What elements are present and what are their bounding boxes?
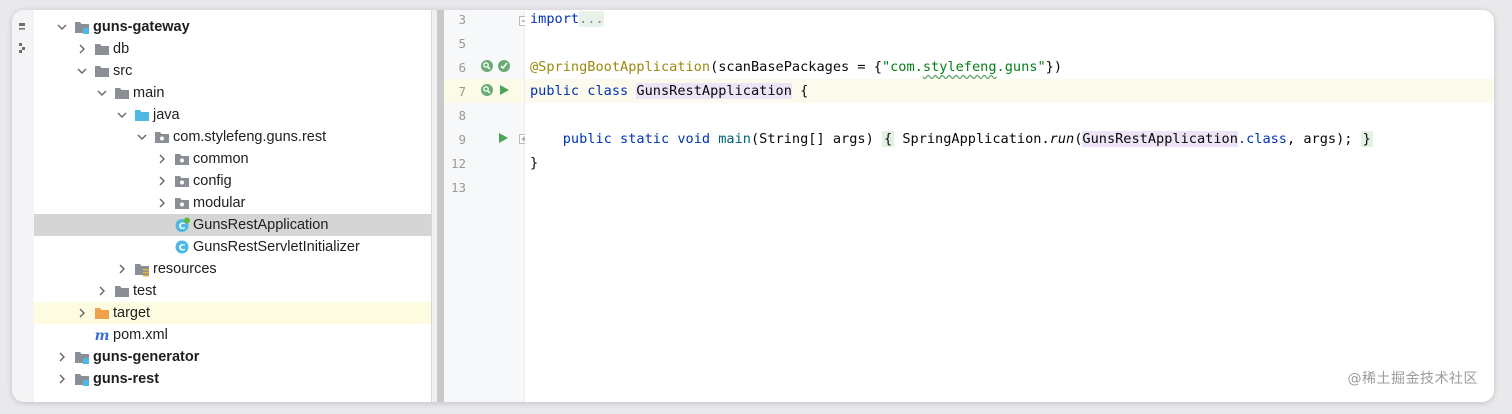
gutter-line-8: 8 xyxy=(458,107,466,123)
tree-item-modular[interactable]: modular xyxy=(34,192,431,214)
gutter-line-12: 12 xyxy=(450,155,466,171)
code-line-3: import ... xyxy=(530,11,604,27)
tree-item-label: GunsRestApplication xyxy=(193,217,329,233)
gutter-line-5: 5 xyxy=(458,35,466,51)
module-folder-icon xyxy=(74,349,90,365)
tree-item-main[interactable]: main xyxy=(34,82,431,104)
chevron-down-icon[interactable] xyxy=(134,129,150,145)
tree-item-src[interactable]: src xyxy=(34,60,431,82)
chevron-down-icon[interactable] xyxy=(114,107,130,123)
gutter-line-6: 6 xyxy=(444,55,524,79)
gutter-line-3: 3 xyxy=(458,11,466,27)
resources-folder-icon xyxy=(134,261,150,277)
folder-icon xyxy=(114,85,130,101)
tree-item-label: target xyxy=(113,305,151,321)
tool-window-strip xyxy=(12,10,35,402)
tree-item-java[interactable]: java xyxy=(34,104,431,126)
svg-text:C: C xyxy=(179,244,186,254)
tree-item-resources[interactable]: resources xyxy=(34,258,431,280)
tree-item-label: java xyxy=(153,107,180,123)
tree-item-guns-rest[interactable]: guns-rest xyxy=(34,368,431,390)
chevron-right-icon[interactable] xyxy=(94,283,110,299)
package-icon xyxy=(174,195,190,211)
source-folder-icon xyxy=(134,107,150,123)
code-line-6: @SpringBootApplication (scanBasePackages … xyxy=(530,59,1063,75)
chevron-right-icon[interactable] xyxy=(154,151,170,167)
tree-item-label: test xyxy=(133,283,157,299)
watermark: @稀土掘金技术社区 xyxy=(1347,371,1478,387)
tree-item-config[interactable]: config xyxy=(34,170,431,192)
module-folder-icon xyxy=(74,19,90,35)
code-line-9: public static void main (String[] args) {… xyxy=(562,131,1373,147)
structure-tool-icon[interactable] xyxy=(18,42,26,54)
gutter-line-7: 7 xyxy=(444,79,524,103)
tree-item-label: guns-gateway xyxy=(93,19,190,35)
chevron-right-icon[interactable] xyxy=(74,305,90,321)
tree-item-db[interactable]: db xyxy=(34,38,431,60)
tree-item-label: src xyxy=(113,63,133,79)
tree-item-test[interactable]: test xyxy=(34,280,431,302)
tree-item-label: resources xyxy=(153,261,217,277)
tree-item-label: modular xyxy=(193,195,246,211)
tree-item-common[interactable]: common xyxy=(34,148,431,170)
chevron-down-icon[interactable] xyxy=(74,63,90,79)
tree-item-label: main xyxy=(133,85,165,101)
tree-item-label: db xyxy=(113,41,130,57)
code-line-12: } xyxy=(530,155,539,171)
tree-item-label: guns-generator xyxy=(93,349,200,365)
tree-item-guns-rest-servlet-initializer[interactable]: C GunsRestServletInitializer xyxy=(34,236,431,258)
tree-item-guns-generator[interactable]: guns-generator xyxy=(34,346,431,368)
tree-item-target[interactable]: target xyxy=(34,302,431,324)
chevron-right-icon[interactable] xyxy=(54,371,70,387)
folder-icon xyxy=(94,41,110,57)
gutter-line-9: 9 xyxy=(444,127,524,151)
module-folder-icon xyxy=(74,371,90,387)
chevron-down-icon[interactable] xyxy=(94,85,110,101)
code-editor[interactable]: import ... @SpringBootApplication (scanBa… xyxy=(525,10,1494,402)
scrollbar[interactable] xyxy=(437,10,444,402)
chevron-right-icon[interactable] xyxy=(154,173,170,189)
editor-gutter: 3 5 6 7 8 9 12 13 xyxy=(444,10,529,402)
gutter-line-13: 13 xyxy=(450,179,466,195)
chevron-down-icon[interactable] xyxy=(54,19,70,35)
excluded-folder-icon xyxy=(94,305,110,321)
project-tool-icon[interactable] xyxy=(18,22,26,34)
chevron-right-icon[interactable] xyxy=(54,349,70,365)
folder-icon xyxy=(114,283,130,299)
chevron-right-icon[interactable] xyxy=(74,41,90,57)
chevron-right-icon[interactable] xyxy=(154,195,170,211)
folded-imports[interactable]: ... xyxy=(579,11,604,27)
code-line-7: public class GunsRestApplication { xyxy=(525,79,1494,103)
package-icon xyxy=(154,129,170,145)
spring-boot-class-icon: C xyxy=(174,217,190,233)
chevron-right-icon[interactable] xyxy=(114,261,130,277)
tree-item-label: config xyxy=(193,173,232,189)
tree-item-guns-rest-application[interactable]: C GunsRestApplication xyxy=(34,214,431,236)
folder-icon xyxy=(94,63,110,79)
spring-config-icon[interactable] xyxy=(497,59,511,73)
svg-text:m: m xyxy=(95,328,110,343)
svg-text:C: C xyxy=(179,222,186,232)
spring-bean-icon[interactable] xyxy=(480,83,494,97)
package-icon xyxy=(174,173,190,189)
maven-icon: m xyxy=(94,327,110,343)
tree-item-guns-gateway[interactable]: guns-gateway xyxy=(34,16,431,38)
ide-window: guns-gateway db src main java com.stylef… xyxy=(12,10,1494,402)
tree-item-label: pom.xml xyxy=(113,327,168,343)
tree-item-label: com.stylefeng.guns.rest xyxy=(173,129,327,145)
class-icon: C xyxy=(174,239,190,255)
tree-item-label: common xyxy=(193,151,249,167)
tree-item-label: GunsRestServletInitializer xyxy=(193,239,360,255)
tree-item-package[interactable]: com.stylefeng.guns.rest xyxy=(34,126,431,148)
package-icon xyxy=(174,151,190,167)
run-icon[interactable] xyxy=(497,83,511,97)
project-tree: guns-gateway db src main java com.stylef… xyxy=(34,10,431,402)
tree-item-label: guns-rest xyxy=(93,371,160,387)
spring-bean-icon[interactable] xyxy=(480,59,494,73)
run-icon[interactable] xyxy=(496,131,510,145)
tree-item-pom-xml[interactable]: m pom.xml xyxy=(34,324,431,346)
